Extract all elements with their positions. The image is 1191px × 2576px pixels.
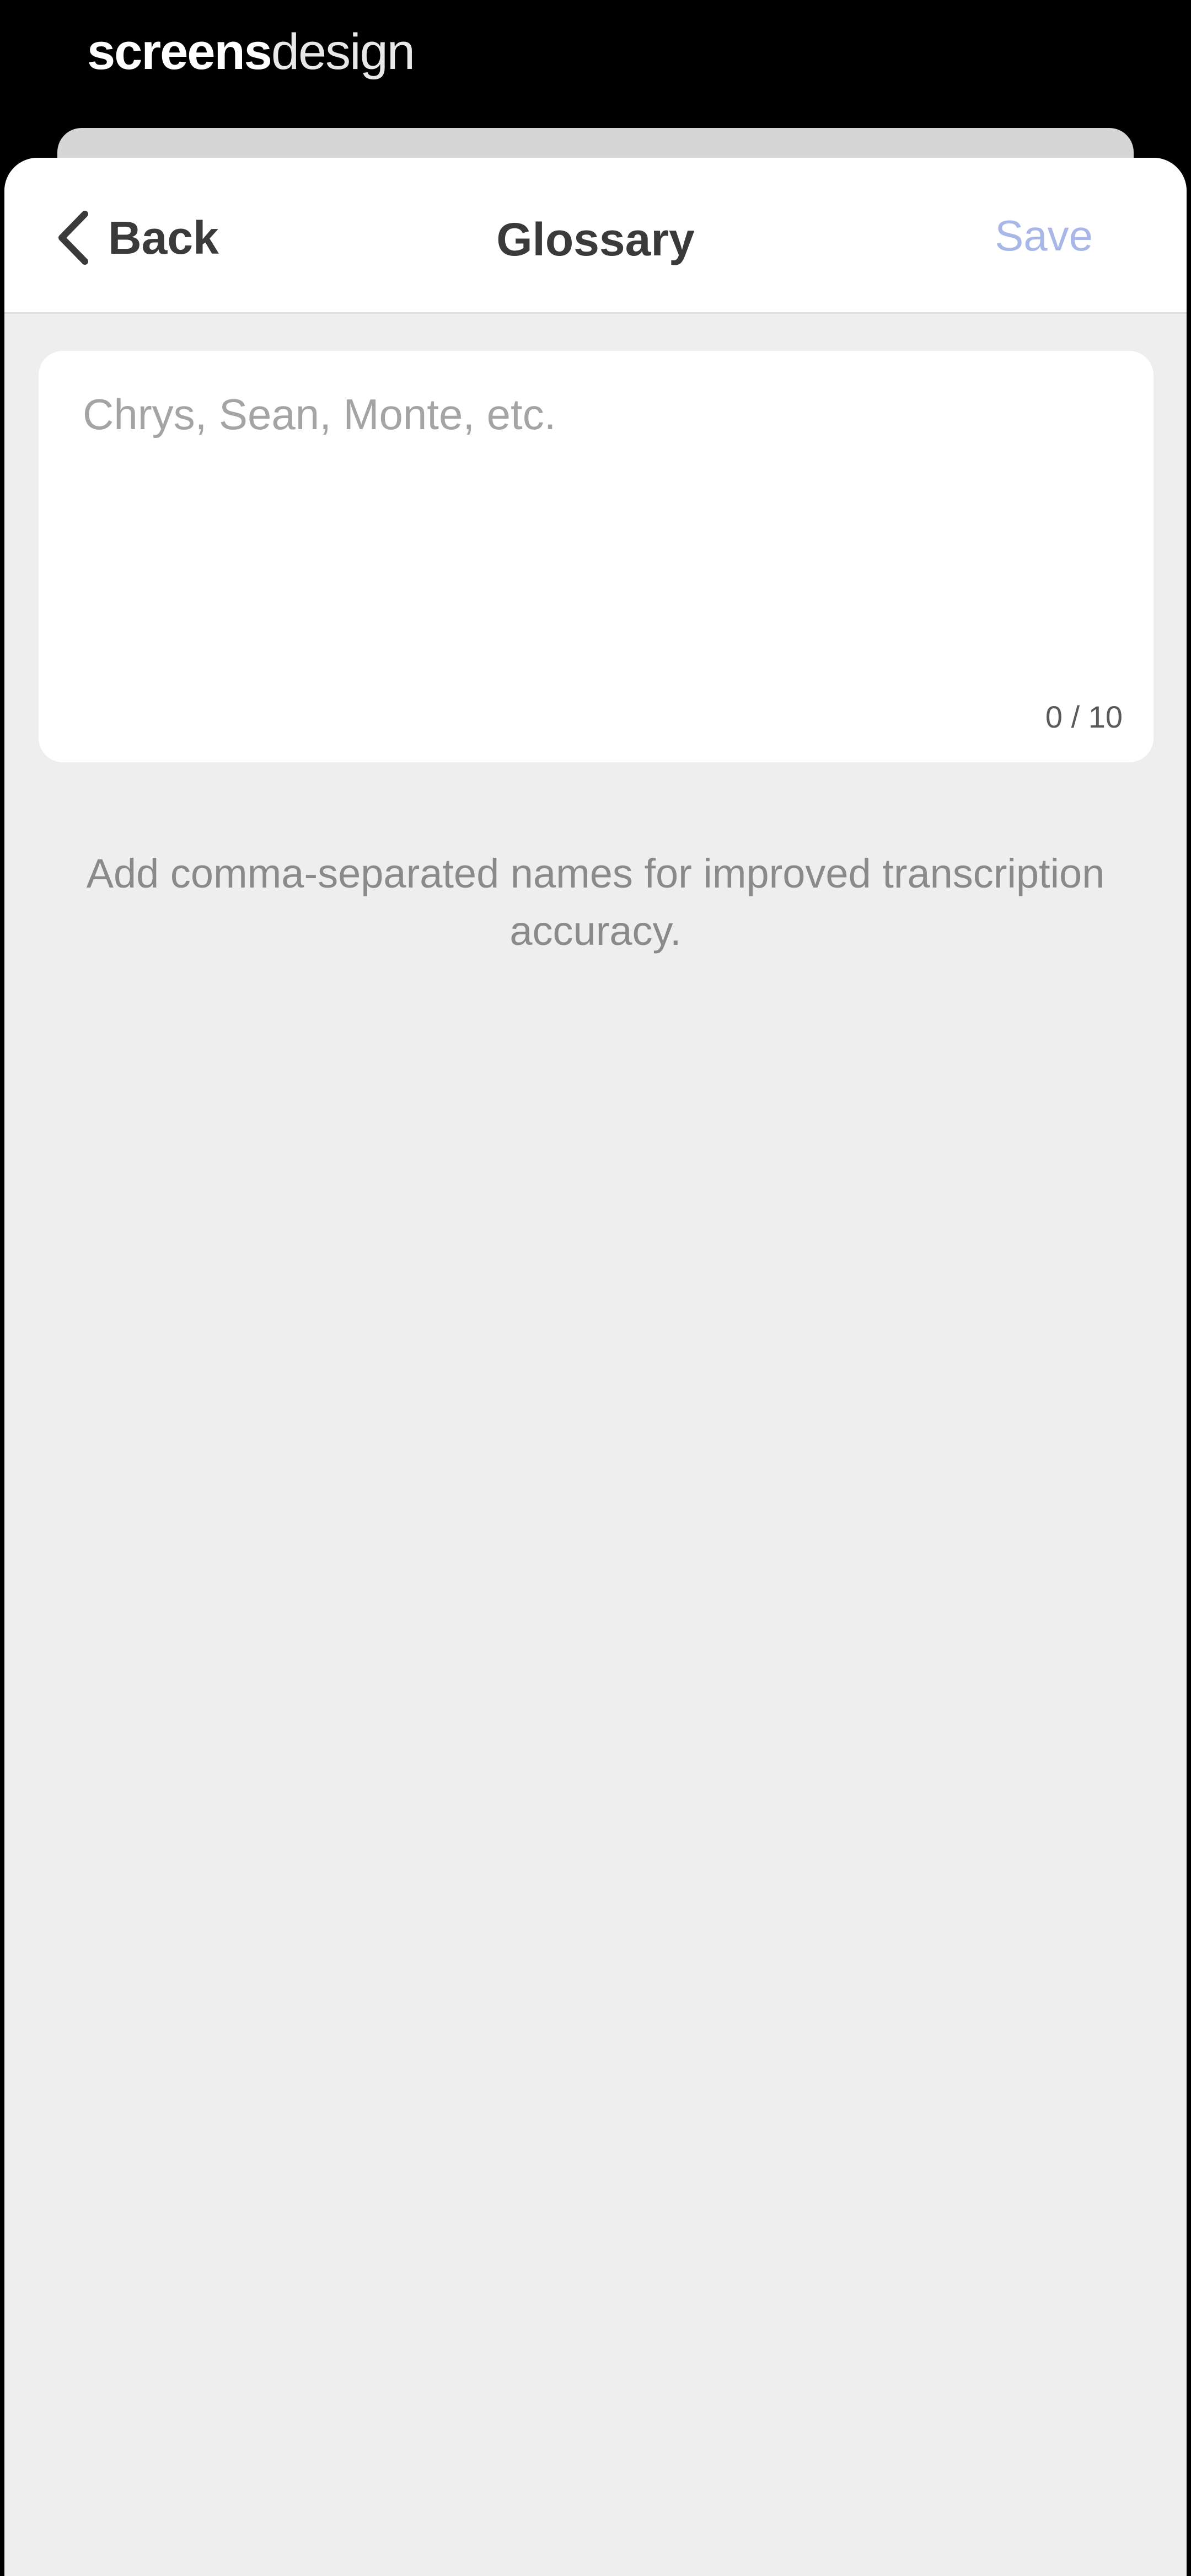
helper-text: Add comma-separated names for improved t… bbox=[86, 851, 1105, 954]
character-counter: 0 / 10 bbox=[1045, 699, 1123, 734]
glossary-sheet: Back Glossary Save 0 / 10 Add comma-sepa… bbox=[4, 158, 1187, 2576]
glossary-input-card: 0 / 10 bbox=[39, 351, 1154, 762]
save-button[interactable]: Save bbox=[995, 211, 1093, 261]
screensdesign-watermark: screensdesign bbox=[87, 24, 415, 80]
glossary-input[interactable] bbox=[83, 389, 1108, 676]
navigation-bar: Back Glossary Save bbox=[4, 158, 1187, 314]
